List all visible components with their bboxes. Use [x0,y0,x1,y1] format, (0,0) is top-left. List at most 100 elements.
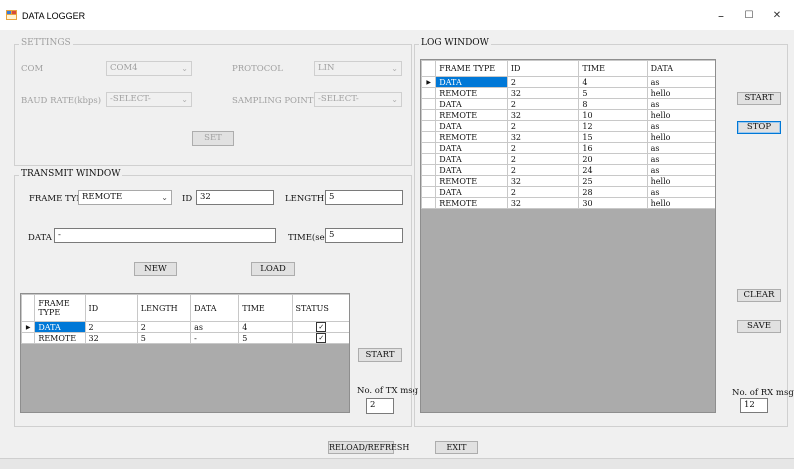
load-button[interactable]: LOAD [251,262,295,276]
tx-col-data[interactable]: DATA [190,294,240,322]
length-input[interactable]: 5 [325,190,403,205]
log-cell-time[interactable]: 15 [578,131,648,143]
log-cell-frame[interactable]: DATA [435,164,508,176]
tx-cell-status[interactable]: ✓ [291,321,349,333]
table-row[interactable]: REMOTE 32 5 hello [421,87,715,99]
set-button[interactable]: SET [192,131,234,146]
log-col-id[interactable]: ID [506,60,580,77]
log-cell-frame[interactable]: DATA [435,186,508,198]
transmit-start-button[interactable]: START [358,348,402,362]
log-cell-id[interactable]: 2 [506,120,580,132]
log-cell-data[interactable]: hello [646,109,715,121]
tx-cell-frame[interactable]: REMOTE [34,332,86,344]
table-row[interactable]: REMOTE 32 5 - 5 ✓ [21,332,349,344]
new-button[interactable]: NEW [134,262,177,276]
log-cell-id[interactable]: 2 [506,142,580,154]
time-input[interactable]: 5 [325,228,403,243]
tx-cell-frame[interactable]: DATA [34,321,86,333]
log-cell-id[interactable]: 2 [506,186,580,198]
log-cell-time[interactable]: 10 [578,109,648,121]
log-cell-frame[interactable]: REMOTE [435,175,508,187]
log-col-data[interactable]: DATA [646,60,715,77]
log-cell-data[interactable]: as [646,120,715,132]
log-cell-id[interactable]: 2 [506,164,580,176]
log-cell-frame[interactable]: DATA [435,153,508,165]
log-cell-id[interactable]: 32 [506,109,580,121]
log-cell-frame[interactable]: REMOTE [435,87,508,99]
exit-button[interactable]: EXIT [435,441,478,454]
id-input[interactable]: 32 [196,190,274,205]
table-row[interactable]: ▶ DATA 2 2 as 4 ✓ [21,321,349,333]
log-cell-data[interactable]: hello [646,131,715,143]
log-cell-frame[interactable]: REMOTE [435,109,508,121]
log-col-time[interactable]: TIME [578,60,648,77]
reload-refresh-button[interactable]: RELOAD/REFRESH [328,441,409,454]
tx-cell-id[interactable]: 32 [84,332,138,344]
table-row[interactable]: DATA 2 28 as [421,186,715,198]
clear-button[interactable]: CLEAR [737,289,781,302]
table-row[interactable]: DATA 2 8 as [421,98,715,110]
log-cell-frame[interactable]: DATA [435,98,508,110]
data-input[interactable]: - [54,228,276,243]
tx-cell-status[interactable]: ✓ [291,332,349,344]
protocol-select[interactable]: LIN ⌄ [314,61,402,76]
tx-cell-id[interactable]: 2 [84,321,138,333]
tx-cell-data[interactable]: - [190,332,240,344]
tx-cell-time[interactable]: 4 [238,321,293,333]
log-cell-time[interactable]: 28 [578,186,648,198]
log-cell-time[interactable]: 24 [578,164,648,176]
log-cell-frame[interactable]: REMOTE [435,197,508,209]
table-row[interactable]: REMOTE 32 10 hello [421,109,715,121]
log-cell-time[interactable]: 16 [578,142,648,154]
tx-col-time[interactable]: TIME [238,294,293,322]
frame-type-select[interactable]: REMOTE ⌄ [78,190,172,205]
log-start-button[interactable]: START [737,92,781,105]
log-cell-id[interactable]: 2 [506,76,580,88]
log-cell-frame[interactable]: DATA [435,142,508,154]
log-cell-data[interactable]: as [646,186,715,198]
table-row[interactable]: ▶ DATA 2 4 as [421,76,715,88]
baud-rate-select[interactable]: -SELECT- ⌄ [106,92,192,107]
tx-cell-length[interactable]: 2 [136,321,192,333]
log-cell-time[interactable]: 20 [578,153,648,165]
table-row[interactable]: REMOTE 32 30 hello [421,197,715,209]
tx-cell-length[interactable]: 5 [136,332,192,344]
sampling-point-select[interactable]: -SELECT- ⌄ [314,92,402,107]
tx-col-id[interactable]: ID [84,294,138,322]
tx-col-frame-type[interactable]: FRAME TYPE [34,294,86,322]
table-row[interactable]: DATA 2 24 as [421,164,715,176]
log-cell-data[interactable]: hello [646,197,715,209]
status-checkbox[interactable]: ✓ [316,322,327,332]
log-grid[interactable]: FRAME TYPE ID TIME DATA ▶ DATA 2 4 as REMOTE 3… [420,59,716,413]
minimize-icon[interactable]: – [708,6,734,26]
table-row[interactable]: REMOTE 32 15 hello [421,131,715,143]
log-cell-time[interactable]: 12 [578,120,648,132]
log-cell-frame[interactable]: DATA [435,120,508,132]
tx-cell-time[interactable]: 5 [238,332,293,344]
log-cell-data[interactable]: as [646,76,715,88]
close-icon[interactable]: ✕ [764,6,790,26]
log-cell-id[interactable]: 32 [506,175,580,187]
table-row[interactable]: REMOTE 32 25 hello [421,175,715,187]
log-cell-id[interactable]: 32 [506,197,580,209]
log-cell-data[interactable]: as [646,98,715,110]
log-cell-data[interactable]: as [646,142,715,154]
log-cell-id[interactable]: 2 [506,153,580,165]
log-cell-time[interactable]: 4 [578,76,648,88]
maximize-icon[interactable]: ☐ [736,6,762,26]
log-cell-id[interactable]: 32 [506,87,580,99]
log-cell-time[interactable]: 30 [578,197,648,209]
table-row[interactable]: DATA 2 20 as [421,153,715,165]
log-cell-data[interactable]: hello [646,87,715,99]
log-cell-frame[interactable]: DATA [435,76,508,88]
log-cell-time[interactable]: 25 [578,175,648,187]
log-cell-data[interactable]: as [646,153,715,165]
log-cell-data[interactable]: hello [646,175,715,187]
table-row[interactable]: DATA 2 16 as [421,142,715,154]
log-cell-time[interactable]: 5 [578,87,648,99]
stop-button[interactable]: STOP [737,121,781,134]
log-cell-frame[interactable]: REMOTE [435,131,508,143]
com-select[interactable]: COM4 ⌄ [106,61,192,76]
log-col-frame-type[interactable]: FRAME TYPE [435,60,508,77]
tx-col-length[interactable]: LENGTH [136,294,192,322]
